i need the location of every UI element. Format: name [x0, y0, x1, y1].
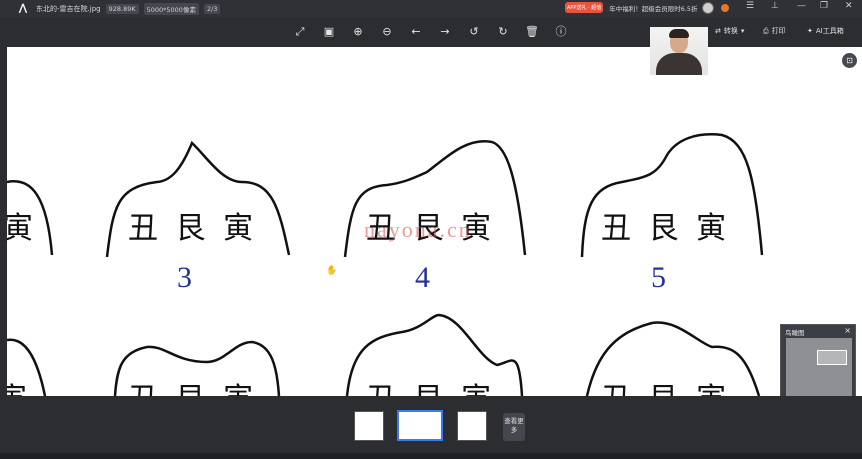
image-toolbar: ⤢ ▣ ⊕ ⊖ ← → ↺ ↻ 🗑 ⓘ ✎ 编辑 ⇄ 转换 ▾ ⎙ 打印 ✦ A… [0, 17, 862, 47]
close-icon[interactable]: ✕ [845, 1, 853, 11]
ai-toolbox-button[interactable]: ✦ AI工具箱 [807, 26, 844, 36]
number-3: 3 [177, 261, 192, 294]
webcam-person-hair [669, 29, 689, 38]
birdseye-viewport-frame[interactable] [817, 350, 847, 365]
thumbnail-1[interactable] [354, 411, 384, 441]
user-avatar[interactable] [702, 2, 714, 14]
number-5: 5 [651, 261, 666, 294]
print-icon: ⎙ [763, 26, 769, 35]
label-row2-col1: 丑 艮 寅 [128, 374, 253, 396]
delete-icon[interactable]: 🗑 [525, 25, 539, 39]
rotate-left-icon[interactable]: ↺ [467, 25, 481, 39]
maximize-icon[interactable]: ❐ [820, 1, 828, 11]
fit-screen-icon[interactable]: ⊡ [842, 53, 857, 68]
label-row1-col3: 丑 艮 寅 [601, 211, 727, 246]
birdseye-panel[interactable]: 鸟瞰图 × [780, 324, 856, 406]
notification-icon[interactable] [721, 4, 729, 12]
zoom-out-icon[interactable]: ⊖ [380, 25, 394, 39]
number-4: 4 [415, 261, 430, 294]
title-bar: ⋀ 东北的-雷吉在院.jpg 928.89K 5000*5000像素 2/3 [0, 0, 862, 17]
ai-icon: ✦ [807, 27, 813, 35]
fullscreen-icon[interactable]: ⤢ [293, 25, 307, 39]
pin-icon[interactable]: ⊥ [771, 1, 779, 11]
convert-icon: ⇄ [715, 27, 721, 35]
webcam-person-body [656, 53, 702, 75]
minimize-icon[interactable]: — [797, 1, 806, 11]
birdseye-thumbnail[interactable] [786, 338, 852, 403]
label-row2-col0: 寅 [7, 374, 27, 396]
image-canvas[interactable]: 寅 丑 艮 寅 丑 艮 寅 丑 艮 寅 3 4 5 寅 丑 艮 寅 丑 艮 寅 … [7, 47, 862, 396]
print-button[interactable]: ⎙ 打印 [763, 26, 786, 36]
view-more-button[interactable]: 查看更多 [503, 413, 525, 441]
label-row2-col2: 丑 艮 寅 [366, 374, 491, 396]
label-row2-col3: 丑 艮 寅 [601, 374, 726, 396]
convert-label: 转换 [723, 27, 738, 35]
webcam-overlay [650, 27, 708, 75]
info-icon[interactable]: ⓘ [554, 25, 568, 39]
watermark: nayona.cn [364, 217, 472, 242]
label-row1-col0: 寅 [7, 211, 33, 246]
promo-text: 年中福利！超级会员限时6.5折 [609, 4, 698, 13]
page-index-badge: 2/3 [203, 3, 221, 14]
next-icon[interactable]: → [438, 25, 452, 39]
print-label: 打印 [771, 27, 786, 35]
label-row1-col1: 丑 艮 寅 [128, 211, 254, 246]
menu-icon[interactable]: ☰ [746, 1, 754, 11]
app-logo-icon: ⋀ [18, 3, 28, 14]
thumbnail-3[interactable] [457, 411, 487, 441]
file-name: 东北的-雷吉在院.jpg [36, 4, 101, 13]
promo-banner[interactable]: APP送礼 · 超值 年中福利！超级会员限时6.5折 [565, 2, 698, 13]
ai-toolbox-label: AI工具箱 [815, 27, 844, 35]
promo-badge: APP送礼 · 超值 [565, 2, 604, 13]
chevron-down-icon: ▾ [740, 27, 745, 35]
birdseye-title: 鸟瞰图 [785, 329, 805, 337]
dimensions-badge: 5000*5000像素 [143, 2, 199, 15]
thumbnail-2-selected[interactable] [397, 410, 443, 441]
file-size-badge: 928.89K [105, 3, 139, 14]
birdseye-close-icon[interactable]: × [844, 326, 851, 335]
previous-icon[interactable]: ← [409, 25, 423, 39]
thumbnail-strip: 查看更多 [0, 396, 862, 459]
hand-cursor-icon: ✋ [326, 266, 338, 276]
convert-menu[interactable]: ⇄ 转换 ▾ [715, 26, 744, 36]
rotate-right-icon[interactable]: ↻ [496, 25, 510, 39]
os-taskbar [0, 453, 862, 459]
zoom-in-icon[interactable]: ⊕ [351, 25, 365, 39]
fit-window-icon[interactable]: ▣ [322, 25, 336, 39]
